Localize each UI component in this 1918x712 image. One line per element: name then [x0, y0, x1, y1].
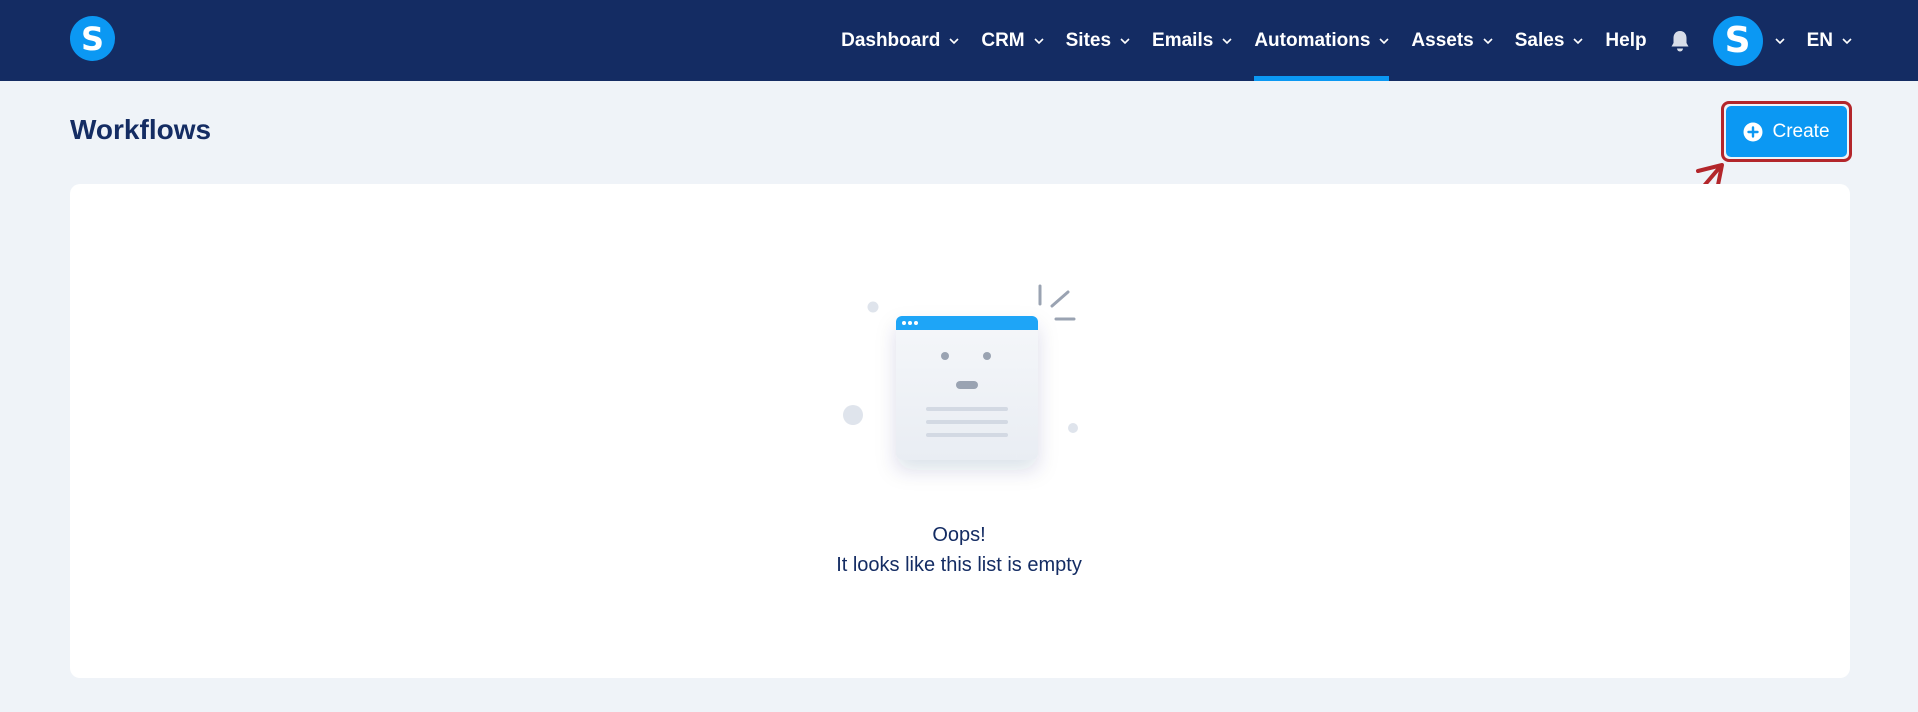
- chevron-down-icon: [1120, 37, 1130, 44]
- top-navbar: S Dashboard CRM Sites Emails Automations…: [0, 0, 1918, 81]
- nav-item-label: Help: [1605, 29, 1647, 51]
- nav-item-sales[interactable]: Sales: [1515, 0, 1584, 81]
- nav-item-emails[interactable]: Emails: [1152, 0, 1232, 81]
- nav-item-label: Emails: [1152, 29, 1214, 51]
- chevron-down-icon: [1483, 37, 1493, 44]
- nav-item-assets[interactable]: Assets: [1411, 0, 1493, 81]
- plus-circle-icon: [1743, 122, 1763, 141]
- chevron-down-icon: [1842, 37, 1852, 44]
- chevron-down-icon: [1573, 37, 1583, 44]
- language-label: EN: [1806, 29, 1833, 51]
- chevron-down-icon: [1034, 37, 1044, 44]
- page-title: Workflows: [70, 114, 212, 145]
- nav-item-label: Dashboard: [841, 29, 941, 51]
- nav-item-crm[interactable]: CRM: [981, 0, 1044, 81]
- nav-item-dashboard[interactable]: Dashboard: [841, 0, 959, 81]
- main-nav: Dashboard CRM Sites Emails Automations A…: [819, 0, 1852, 81]
- chevron-down-icon: [1775, 37, 1785, 44]
- nav-item-help[interactable]: Help: [1605, 0, 1646, 81]
- bell-icon[interactable]: [1669, 29, 1691, 53]
- nav-item-label: Assets: [1411, 29, 1474, 51]
- create-button-highlight: Create: [1721, 101, 1852, 162]
- avatar: S: [1712, 15, 1763, 66]
- language-selector[interactable]: EN: [1807, 0, 1852, 81]
- nav-item-label: Sites: [1065, 29, 1112, 51]
- nav-item-sites[interactable]: Sites: [1066, 0, 1130, 81]
- empty-list-illustration: [843, 284, 1078, 460]
- brand-logo[interactable]: S: [70, 16, 115, 61]
- nav-item-label: Sales: [1514, 29, 1565, 51]
- brand-logo-letter: S: [80, 19, 105, 58]
- create-button-label: Create: [1772, 120, 1830, 142]
- empty-state-title: Oops!: [932, 524, 986, 546]
- create-button[interactable]: Create: [1726, 106, 1847, 157]
- avatar-letter: S: [1724, 20, 1751, 61]
- nav-item-automations[interactable]: Automations: [1254, 0, 1390, 81]
- chevron-down-icon: [1379, 37, 1389, 44]
- nav-item-label: Automations: [1254, 29, 1371, 51]
- chevron-down-icon: [1222, 37, 1232, 44]
- chevron-down-icon: [949, 37, 959, 44]
- user-menu[interactable]: S: [1691, 15, 1785, 66]
- empty-state-message: It looks like this list is empty: [836, 554, 1082, 576]
- nav-item-label: CRM: [981, 29, 1025, 51]
